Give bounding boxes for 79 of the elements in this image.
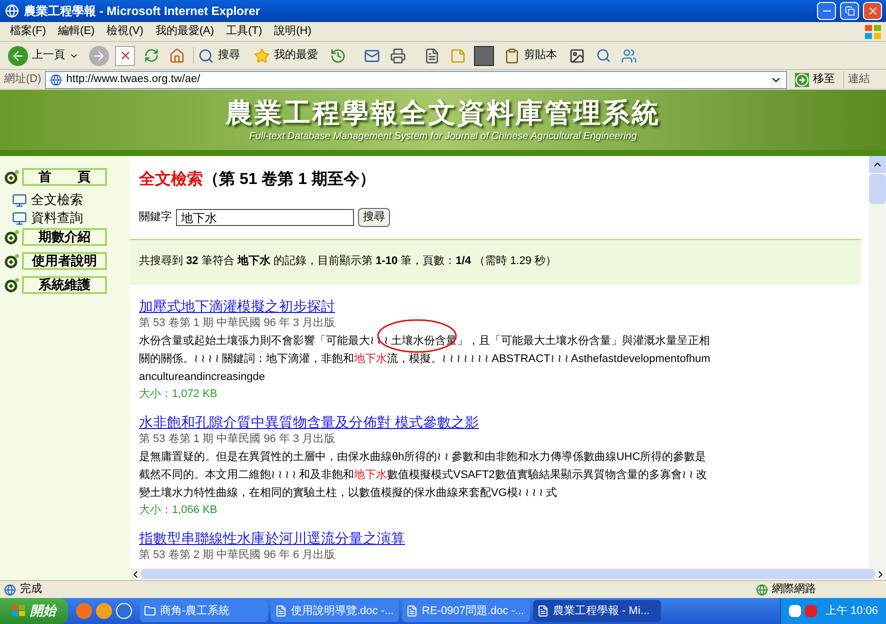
quick-launch-icon[interactable] bbox=[116, 603, 132, 619]
zone-text: 網際網路 bbox=[772, 582, 817, 598]
menu-item[interactable]: 工具(T) bbox=[220, 23, 268, 40]
go-button[interactable]: 移至 bbox=[791, 71, 839, 88]
address-field[interactable]: http://www.twaes.org.tw/ae/ bbox=[45, 70, 787, 88]
star-icon bbox=[254, 48, 270, 64]
result-meta: 第 53 卷第 1 期 中華民國 96 年 3 月出版 bbox=[139, 316, 336, 331]
result-meta: 第 53 卷第 1 期 中華民國 96 年 3 月出版 bbox=[139, 432, 336, 447]
globe-icon bbox=[4, 3, 20, 19]
menu-item[interactable]: 檢視(V) bbox=[100, 23, 150, 40]
results-summary: 共搜尋到 32 筆符合 地下水 的記錄，目前顯示第 1-10 筆，頁數：1/4 （需時 1.29 秒） bbox=[139, 255, 557, 267]
vertical-scrollbar[interactable] bbox=[869, 156, 886, 568]
sidebar-section[interactable]: 期數介紹 bbox=[22, 228, 107, 246]
result-size: 大小：1,066 KB bbox=[139, 503, 218, 518]
back-button[interactable]: 上一頁 bbox=[4, 46, 83, 66]
globe-icon bbox=[756, 584, 768, 596]
page-heading: 全文檢索（第 51 卷第 1 期至今） bbox=[139, 169, 376, 190]
close-button[interactable] bbox=[863, 2, 882, 20]
windows-logo-icon bbox=[864, 24, 882, 40]
result-title-link[interactable]: 水非飽和孔隙介質中異質物含量及分佈對 模式參數之影 bbox=[139, 413, 479, 431]
windows-logo-icon bbox=[12, 605, 26, 617]
scroll-thumb[interactable] bbox=[869, 174, 886, 204]
forward-icon[interactable] bbox=[89, 46, 109, 66]
stop-icon[interactable] bbox=[115, 46, 135, 66]
globe-icon bbox=[4, 584, 16, 596]
document-icon bbox=[275, 605, 287, 617]
keyword-label: 關鍵字 bbox=[139, 210, 172, 226]
quick-launch-icon[interactable] bbox=[96, 603, 112, 619]
result-meta: 第 53 卷第 2 期 中華民國 96 年 6 月出版 bbox=[139, 548, 336, 563]
minimize-button[interactable] bbox=[817, 2, 836, 20]
folder-icon bbox=[144, 605, 156, 617]
monitor-icon bbox=[12, 192, 27, 208]
menu-item[interactable]: 檔案(F) bbox=[4, 23, 52, 40]
restore-icon bbox=[844, 6, 854, 16]
search-button[interactable]: 搜尋 bbox=[193, 47, 244, 64]
arrow-icon bbox=[795, 72, 809, 86]
sidebar-link[interactable]: 資料查詢 bbox=[31, 210, 83, 226]
menu-item[interactable]: 說明(H) bbox=[268, 23, 318, 40]
ring-icon bbox=[4, 277, 20, 293]
close-icon bbox=[866, 5, 878, 17]
sidebar-section[interactable]: 系統維護 bbox=[22, 276, 107, 294]
favorites-button[interactable]: 我的最愛 bbox=[250, 47, 322, 64]
clock: 上午 10:06 bbox=[825, 604, 878, 619]
result-title-link[interactable]: 加壓式地下滴灌模擬之初步探討 bbox=[139, 297, 335, 315]
banner-title: 農業工程學報全文資料庫管理系統 bbox=[226, 96, 660, 128]
status-text: 完成 bbox=[20, 582, 43, 598]
links-label[interactable]: 連結 bbox=[843, 71, 882, 88]
ring-icon bbox=[4, 253, 20, 269]
clipboard-button[interactable]: 剪貼本 bbox=[500, 47, 561, 64]
taskbar-button[interactable]: 商角-農工系統 bbox=[140, 600, 268, 622]
sidebar-section[interactable]: 使用者說明 bbox=[22, 252, 107, 270]
keyword-field[interactable]: 地下水 bbox=[176, 209, 354, 226]
monitor-icon bbox=[12, 210, 27, 226]
ring-icon bbox=[4, 229, 20, 245]
horizontal-scrollbar[interactable] bbox=[130, 568, 886, 580]
address-label: 網址(D) bbox=[4, 72, 42, 88]
menu-item[interactable]: 我的最愛(A) bbox=[149, 23, 220, 40]
result-title-link[interactable]: 指數型串聯線性水庫於河川逕流分量之演算 bbox=[139, 529, 405, 547]
globe-icon bbox=[50, 74, 62, 86]
taskbar-button[interactable]: 使用說明導覽.doc -... bbox=[271, 600, 399, 622]
sidebar-section[interactable]: 首 頁 bbox=[22, 168, 107, 186]
search-icon bbox=[198, 48, 214, 64]
tray-icon[interactable] bbox=[789, 605, 802, 617]
menu-item[interactable]: 編輯(E) bbox=[52, 23, 101, 40]
clipboard-icon bbox=[504, 48, 520, 64]
restore-button[interactable] bbox=[840, 2, 859, 20]
document-icon bbox=[537, 605, 549, 617]
window-title: 農業工程學報 - Microsoft Internet Explorer bbox=[24, 3, 262, 20]
result-snippet: 是無庸置疑的。但是在異質性的土層中，由保水曲線θh所得的≀ ≀ 參數和由非飽和水力傳導係數曲線UHC所得的參數是截然不同的。本文用二維飽≀ ≀ ≀ ≀ 和及非飽和地下水數值模擬模式VSAFT2數值實驗結果顯示異質物含量的多寡會≀ ≀ 改變土壤水力特性曲線，在相同的實驗土柱，以數值模擬的保水曲線來套配VG模≀ ≀ ≀ ≀ 式 bbox=[139, 450, 708, 501]
printer-icon[interactable] bbox=[388, 46, 408, 66]
square-icon[interactable] bbox=[474, 46, 494, 66]
taskbar-button[interactable]: RE-0907問題.doc -... bbox=[402, 600, 530, 622]
search-submit-button[interactable]: 搜尋 bbox=[358, 208, 390, 227]
banner-subtitle: Full-text Database Management System for Journal of Chinese Agricultural Engineering bbox=[249, 130, 637, 144]
taskbar-button[interactable]: 農業工程學報 - Mi... bbox=[533, 600, 661, 622]
sidebar-link[interactable]: 全文檢索 bbox=[31, 192, 83, 208]
ring-icon bbox=[4, 169, 20, 185]
document-icon bbox=[406, 605, 418, 617]
result-size: 大小：1,072 KB bbox=[139, 387, 218, 402]
